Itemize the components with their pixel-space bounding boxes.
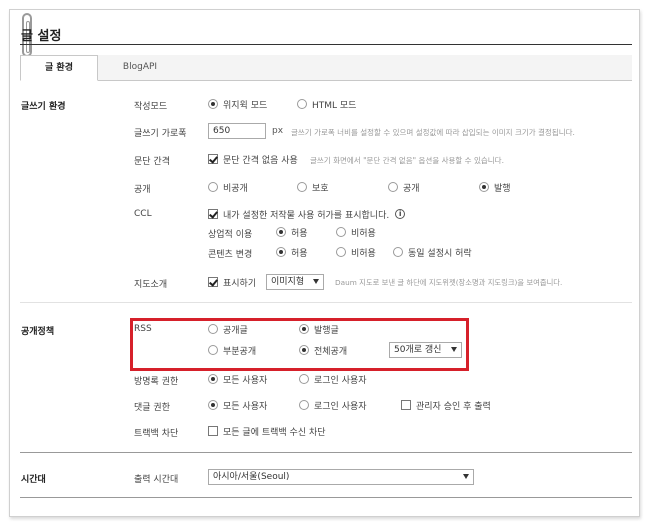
radio-icon xyxy=(388,182,398,192)
map-hint: Daum 지도로 보낸 글 하단에 지도위젯(장소명과 지도링크)을 보여줍니다… xyxy=(335,278,563,287)
paragraph-checkbox[interactable]: 문단 간격 없음 사용 xyxy=(208,152,298,166)
radio-icon xyxy=(208,400,218,410)
visibility-publish-radio[interactable]: 발행 xyxy=(479,180,511,194)
comment-all-radio[interactable]: 모든 사용자 xyxy=(208,398,267,412)
checkbox-icon xyxy=(208,154,218,164)
paragraph-label: 문단 간격 xyxy=(134,157,170,167)
radio-icon xyxy=(479,182,489,192)
guestbook-label: 방명록 권한 xyxy=(134,377,179,387)
comment-label: 댓글 권한 xyxy=(134,403,170,413)
section-divider xyxy=(20,302,632,303)
section-writing-label: 글쓰기 환경 xyxy=(21,102,66,112)
radio-icon xyxy=(208,324,218,334)
ccl-checkbox[interactable]: 내가 설정한 저작물 사용 허가를 표시합니다. i xyxy=(208,207,406,221)
mode-label: 작성모드 xyxy=(134,102,168,112)
guestbook-login-radio[interactable]: 로그인 사용자 xyxy=(299,372,367,386)
width-label: 글쓰기 가로폭 xyxy=(134,129,187,139)
comment-login-radio[interactable]: 로그인 사용자 xyxy=(299,398,367,412)
width-unit: px xyxy=(272,126,284,136)
modify-label: 콘텐츠 변경 xyxy=(208,250,253,260)
section-divider xyxy=(20,452,632,453)
guestbook-all-radio[interactable]: 모든 사용자 xyxy=(208,372,267,386)
commercial-allow-radio[interactable]: 허용 xyxy=(276,225,308,239)
radio-icon xyxy=(299,400,309,410)
radio-icon xyxy=(297,182,307,192)
chevron-down-icon xyxy=(313,279,319,284)
radio-icon xyxy=(276,247,286,257)
bottom-divider xyxy=(20,497,632,498)
section-timezone-label: 시간대 xyxy=(21,475,46,485)
rss-partial-radio[interactable]: 부분공개 xyxy=(208,343,256,357)
commercial-label: 상업적 이용 xyxy=(208,230,253,240)
map-type-select[interactable]: 이미지형 xyxy=(266,274,324,290)
checkbox-icon xyxy=(208,426,218,436)
modify-deny-radio[interactable]: 비허용 xyxy=(336,245,376,259)
comment-approve-checkbox[interactable]: 관리자 승인 후 출력 xyxy=(401,398,491,412)
radio-icon xyxy=(276,227,286,237)
page-title: 글 설정 xyxy=(21,29,62,44)
timezone-select[interactable]: 아시아/서울(Seoul) xyxy=(208,469,474,485)
chevron-down-icon xyxy=(463,474,469,479)
rss-public-radio[interactable]: 공개글 xyxy=(208,322,248,336)
radio-icon xyxy=(208,374,218,384)
radio-icon xyxy=(299,374,309,384)
map-label: 지도소개 xyxy=(134,280,168,290)
checkbox-icon xyxy=(208,277,218,287)
radio-icon xyxy=(299,324,309,334)
map-show-checkbox[interactable]: 표시하기 xyxy=(208,275,256,289)
radio-icon xyxy=(393,247,403,257)
tab-blogapi[interactable]: BlogAPI xyxy=(98,55,182,81)
rss-published-radio[interactable]: 발행글 xyxy=(299,322,339,336)
radio-icon xyxy=(208,182,218,192)
rss-full-radio[interactable]: 전체공개 xyxy=(299,343,347,357)
ccl-label: CCL xyxy=(134,209,152,219)
visibility-private-radio[interactable]: 비공개 xyxy=(208,180,248,194)
settings-panel: 글 설정 글 환경 BlogAPI 글쓰기 환경 작성모드 위지윅 모드 HTM… xyxy=(9,9,640,517)
radio-icon xyxy=(299,345,309,355)
tab-writing-env[interactable]: 글 환경 xyxy=(20,55,98,81)
modify-same-radio[interactable]: 동일 설정시 허락 xyxy=(393,245,472,259)
title-divider xyxy=(20,44,632,45)
width-input[interactable]: 650 xyxy=(208,123,266,139)
checkbox-icon xyxy=(401,400,411,410)
trackback-block-checkbox[interactable]: 모든 글에 트랙백 수신 차단 xyxy=(208,424,326,438)
paragraph-hint: 글쓰기 화면에서 "문단 간격 없음" 옵션을 사용할 수 있습니다. xyxy=(310,156,504,165)
trackback-label: 트랙백 차단 xyxy=(134,429,179,439)
radio-icon xyxy=(336,227,346,237)
radio-icon xyxy=(208,99,218,109)
modify-allow-radio[interactable]: 허용 xyxy=(276,245,308,259)
commercial-deny-radio[interactable]: 비허용 xyxy=(336,225,376,239)
radio-icon xyxy=(208,345,218,355)
visibility-label: 공개 xyxy=(134,185,151,195)
rss-label: RSS xyxy=(134,324,152,334)
info-icon[interactable]: i xyxy=(395,209,406,219)
checkbox-icon xyxy=(208,209,218,219)
radio-icon xyxy=(297,99,307,109)
mode-html-radio[interactable]: HTML 모드 xyxy=(297,97,356,111)
width-hint: 글쓰기 가로폭 너비를 설정할 수 있으며 설정값에 따라 삽입되는 이미지 크… xyxy=(291,128,575,137)
tab-bar: 글 환경 BlogAPI xyxy=(20,55,632,81)
timezone-label: 출력 시간대 xyxy=(134,475,179,485)
visibility-public-radio[interactable]: 공개 xyxy=(388,180,420,194)
visibility-protected-radio[interactable]: 보호 xyxy=(297,180,329,194)
chevron-down-icon xyxy=(451,347,457,352)
rss-count-select[interactable]: 50개로 갱신 xyxy=(389,342,462,358)
radio-icon xyxy=(336,247,346,257)
mode-wysiwyg-radio[interactable]: 위지윅 모드 xyxy=(208,97,267,111)
section-policy-label: 공개정책 xyxy=(21,327,55,337)
